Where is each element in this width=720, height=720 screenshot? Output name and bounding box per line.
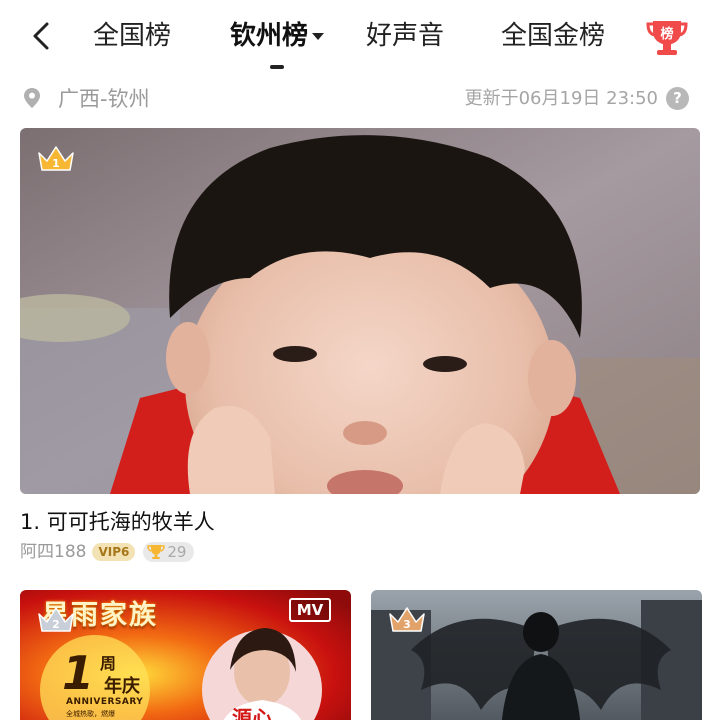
trophy-badge-button[interactable]: 榜	[645, 17, 689, 57]
rank-3-number: 3	[403, 618, 411, 631]
rank-1-card[interactable]	[20, 128, 700, 494]
rank-2-crown: 2	[36, 604, 76, 636]
rank-1-number: 1	[52, 157, 60, 170]
tab-good-voice[interactable]: 好声音	[366, 16, 444, 56]
mv-badge: MV	[289, 598, 331, 622]
anniversary-subtitle: 全城热歌，燃爆	[66, 710, 115, 718]
tab-national-gold[interactable]: 全国金榜	[501, 16, 605, 56]
caret-down-icon	[312, 32, 325, 40]
trophy-cup-icon	[147, 545, 166, 559]
active-tab-indicator	[270, 65, 284, 69]
anniversary-english: ANNIVERSARY	[66, 697, 144, 707]
crown-icon: 3	[389, 607, 425, 632]
location-row: 广西-钦州 更新于06月19日 23:50	[0, 78, 720, 120]
crown-icon: 2	[38, 607, 74, 632]
cup-count: 29	[143, 542, 195, 562]
tab-qinzhou-label: 钦州榜	[230, 21, 309, 51]
location-pin-icon	[24, 88, 40, 108]
rank-2-name-tag: 源心	[232, 706, 272, 720]
anniversary-zhou: 周	[100, 654, 117, 673]
cup-count-value: 29	[167, 543, 187, 561]
tab-qinzhou[interactable]: 钦州榜	[230, 16, 325, 56]
rank-3-crown: 3	[387, 604, 427, 636]
rank-2-number: 2	[52, 618, 60, 631]
updated-time: 更新于06月19日 23:50	[464, 88, 658, 109]
trophy-badge-text: 榜	[660, 26, 673, 42]
crown-icon: 1	[38, 146, 74, 171]
location-label[interactable]: 广西-钦州	[58, 84, 150, 114]
anniversary-qing: 年庆	[104, 676, 140, 697]
anniversary-number: 1	[62, 646, 95, 700]
rank-1-crown: 1	[36, 143, 76, 175]
top-nav: 全国榜 钦州榜 好声音 全国金榜 榜	[0, 0, 720, 78]
trophy-badge-icon: 榜	[646, 21, 688, 55]
help-button[interactable]: ?	[666, 87, 689, 110]
rank-1-meta: 阿四188 VIP6 29	[20, 540, 195, 564]
back-button[interactable]	[26, 18, 56, 54]
rank-1-cover-image	[20, 128, 700, 494]
tab-national[interactable]: 全国榜	[93, 16, 171, 56]
rank-1-author[interactable]: 阿四188	[20, 540, 86, 564]
vip-badge: VIP6	[92, 543, 136, 561]
chevron-left-icon	[33, 22, 49, 50]
rank-1-song-title[interactable]: 1. 可可托海的牧羊人	[20, 507, 215, 537]
